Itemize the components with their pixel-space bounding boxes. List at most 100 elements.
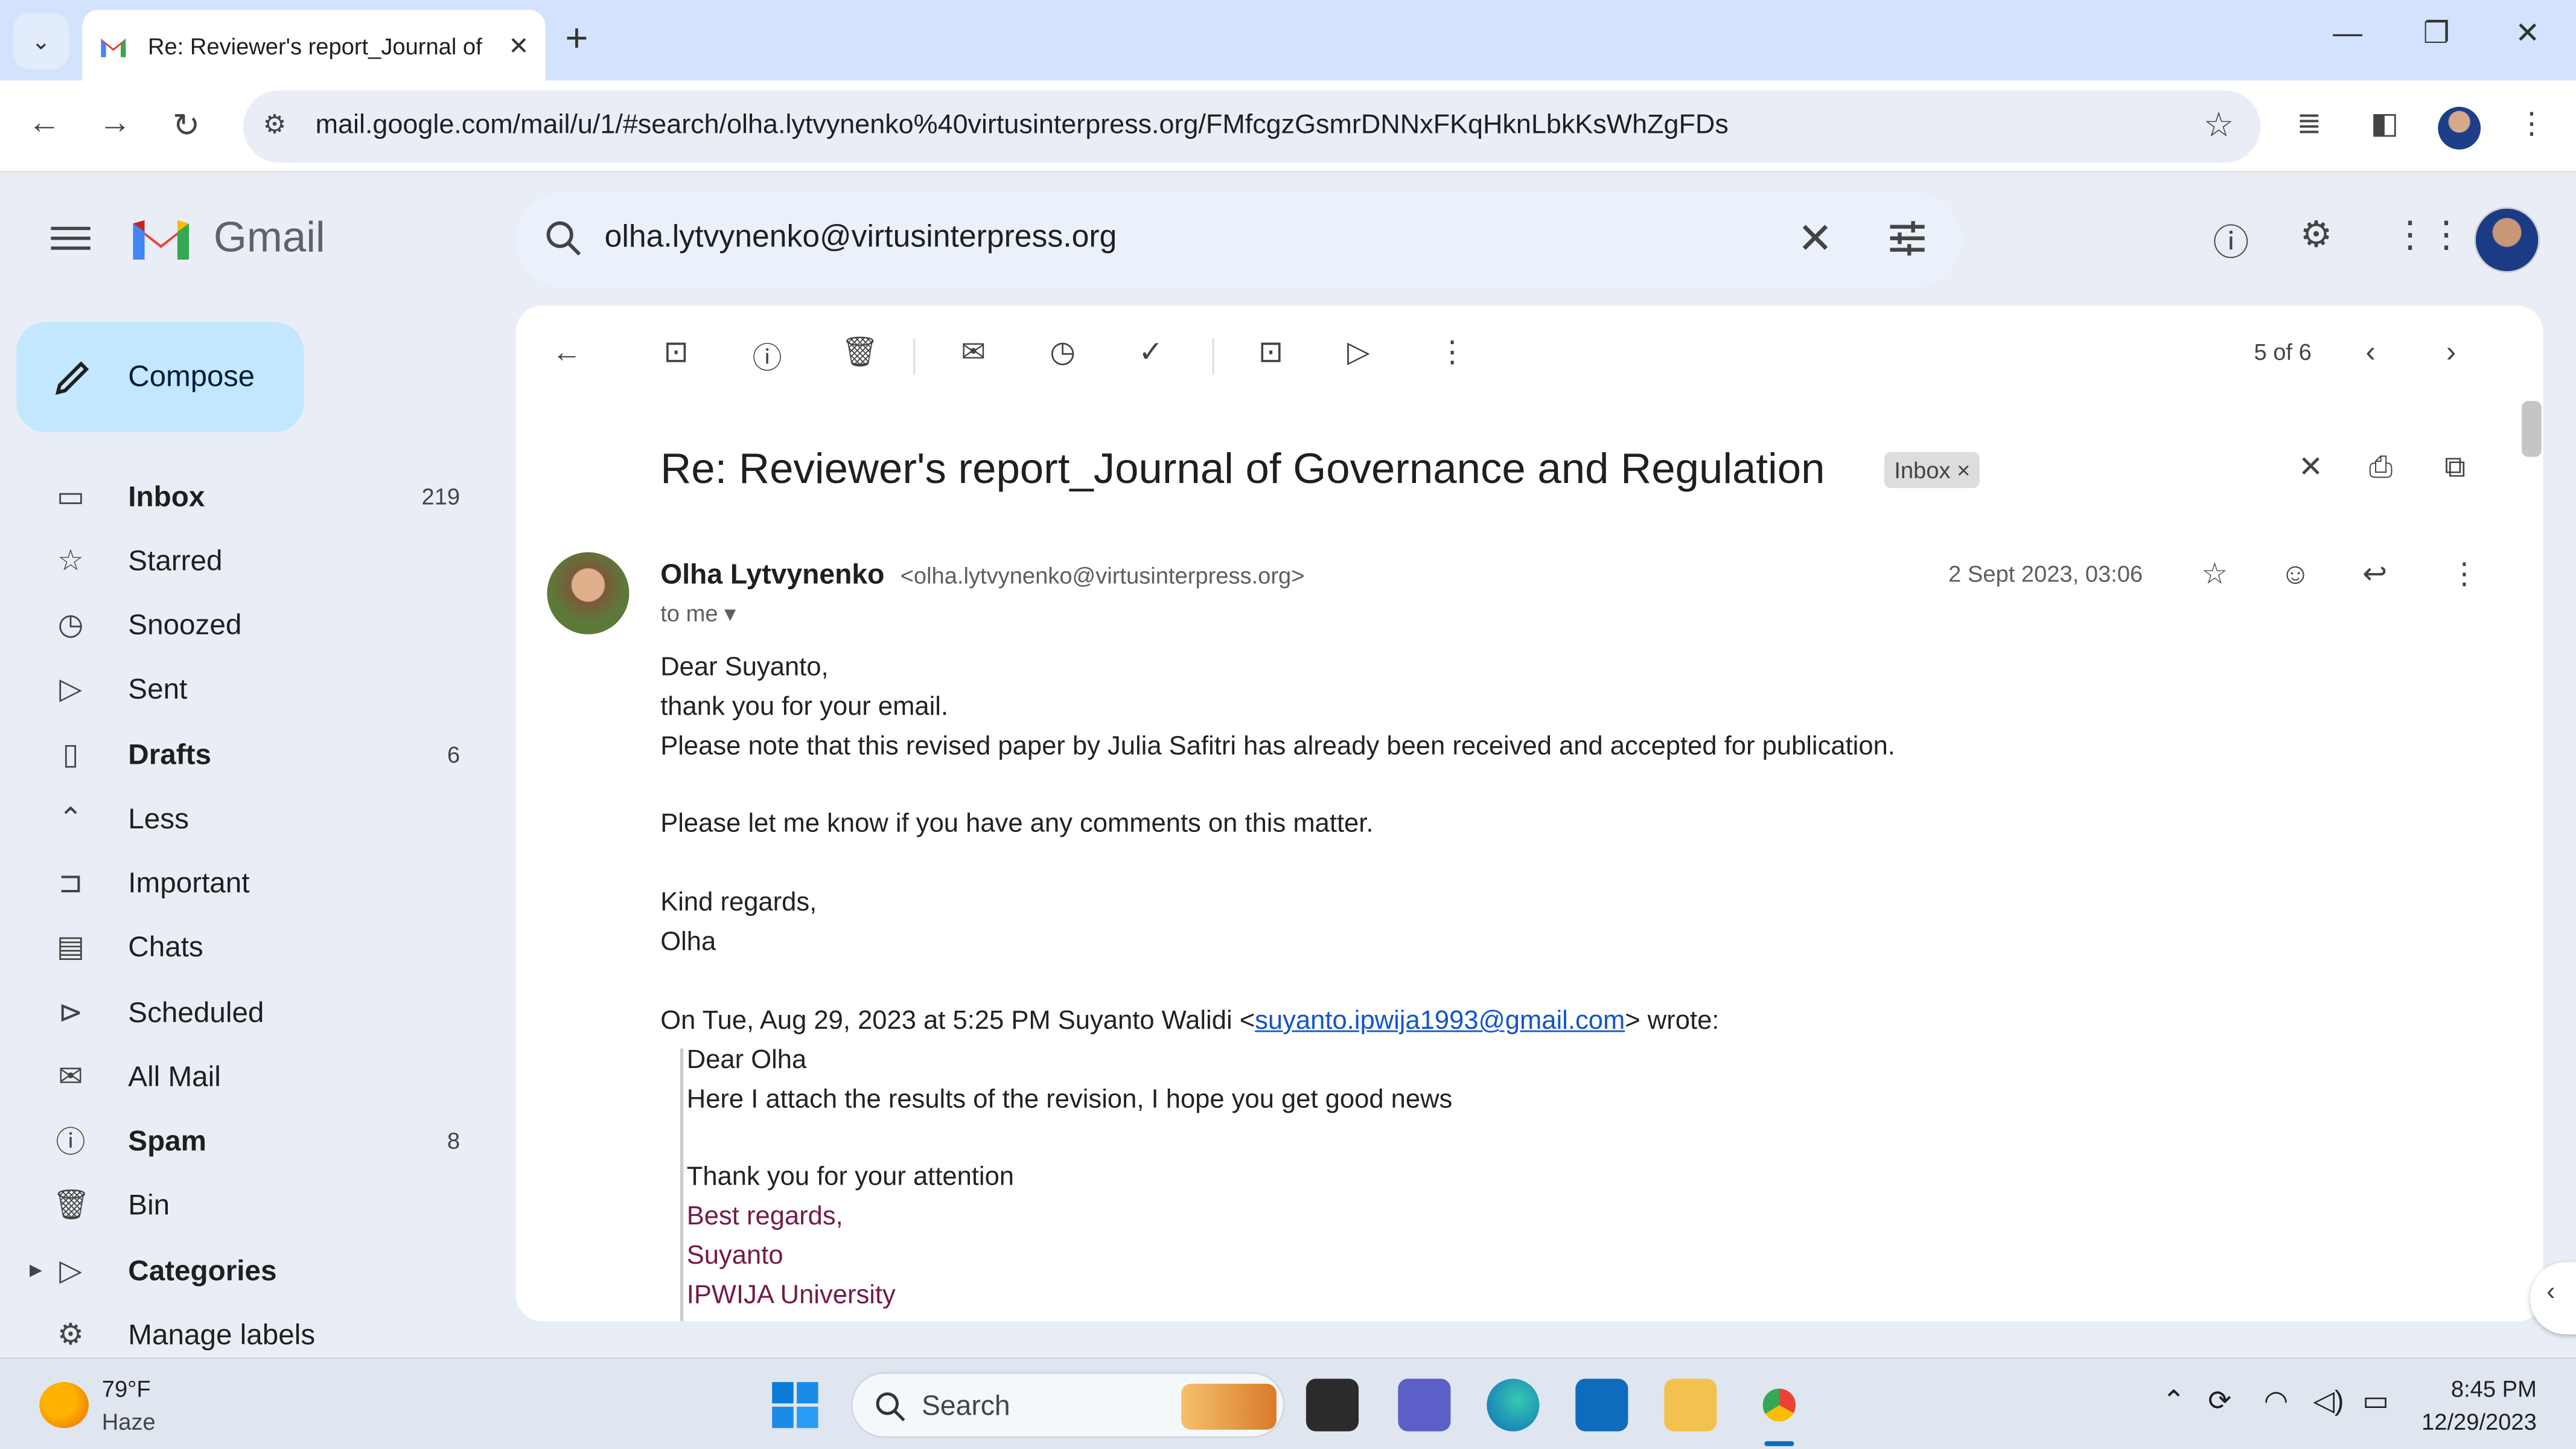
microsoft-store-icon[interactable] — [1575, 1378, 1628, 1431]
chrome-menu-icon[interactable]: ⋮ — [2517, 107, 2546, 141]
sidebar-item-chats[interactable]: ▤ Chats — [0, 919, 493, 975]
windows-start-icon[interactable] — [771, 1380, 820, 1430]
sidebar-item-less[interactable]: ⌃ Less — [0, 790, 493, 846]
taskbar-search-box[interactable]: Search — [850, 1372, 1285, 1438]
system-clock[interactable]: 8:45 PM 12/29/2023 — [2421, 1372, 2537, 1438]
reload-icon[interactable]: ↻ — [173, 105, 200, 146]
report-spam-icon[interactable]: ⓘ — [753, 335, 782, 378]
compose-label: Compose — [128, 360, 255, 393]
newer-chevron-icon[interactable]: ‹ — [2366, 335, 2376, 369]
sender-email: <olha.lytvynenko@virtusinterpress.org> — [900, 561, 1305, 589]
task-view-icon[interactable] — [1306, 1378, 1359, 1431]
file-explorer-icon[interactable] — [1664, 1378, 1717, 1431]
move-to-icon[interactable]: ⊡ — [1258, 335, 1283, 369]
sidebar-item-categories[interactable]: ▶ ▷ Categories — [0, 1243, 493, 1299]
more-actions-icon[interactable]: ⋮ — [1438, 335, 1467, 369]
site-info-icon[interactable]: ⚙ — [263, 109, 287, 141]
sidebar-item-label: Inbox — [128, 479, 205, 512]
tab-close-icon[interactable]: ✕ — [508, 30, 529, 60]
sidebar-item-scheduled[interactable]: ⊳ Scheduled — [0, 984, 493, 1040]
sidebar-item-snoozed[interactable]: ◷ Snoozed — [0, 597, 493, 653]
edge-browser-icon[interactable] — [1487, 1378, 1540, 1431]
help-icon[interactable]: ⓘ — [2213, 214, 2249, 266]
back-to-search-icon[interactable]: ← — [552, 335, 582, 369]
unread-count: 219 — [421, 483, 461, 510]
emoji-reaction-icon[interactable]: ☺ — [2280, 557, 2310, 592]
sidebar-item-drafts[interactable]: ▯ Drafts 6 — [0, 726, 493, 782]
scrollbar-thumb[interactable] — [2522, 401, 2542, 457]
search-icon[interactable] — [542, 217, 585, 260]
all-mail-icon: ✉ — [58, 1059, 83, 1092]
clock-icon: ◷ — [57, 607, 84, 641]
chat-icon: ▤ — [56, 929, 85, 962]
tab-search-button[interactable]: ⌄ — [13, 13, 69, 69]
open-new-window-icon[interactable]: ⧉ — [2444, 450, 2466, 485]
recipient-details[interactable]: to me ▾ — [660, 600, 736, 627]
account-avatar[interactable] — [2474, 206, 2540, 273]
sidebar-item-inbox[interactable]: ▭ Inbox 219 — [0, 469, 493, 525]
chrome-taskbar-icon[interactable] — [1753, 1378, 1806, 1431]
search-query-text[interactable]: olha.lytvynenko@virtusinterpress.org — [605, 220, 1117, 257]
sidebar-item-bin[interactable]: 🗑 Bin — [0, 1177, 493, 1233]
sidebar-item-all-mail[interactable]: ✉ All Mail — [0, 1049, 493, 1105]
forward-icon[interactable]: → — [98, 105, 131, 143]
minimize-icon[interactable]: — — [2333, 16, 2362, 51]
side-panel-icon[interactable]: ◧ — [2371, 107, 2399, 141]
search-options-icon[interactable] — [1884, 216, 1930, 261]
add-to-tasks-icon[interactable]: ✓ — [1138, 335, 1163, 369]
expand-caret-icon[interactable]: ▶ — [30, 1261, 42, 1279]
settings-gear-icon[interactable]: ⚙ — [2300, 214, 2333, 257]
clear-search-icon[interactable]: ✕ — [1797, 214, 1833, 264]
sidebar-item-spam[interactable]: ⓘ Spam 8 — [0, 1113, 493, 1169]
sidebar-item-manage-labels[interactable]: ⚙ Manage labels — [0, 1307, 493, 1363]
sidebar-item-important[interactable]: ⊐ Important — [0, 854, 493, 910]
clock-time: 8:45 PM — [2450, 1375, 2537, 1402]
sender-avatar[interactable] — [547, 552, 630, 635]
weather-condition[interactable]: Haze — [102, 1409, 156, 1435]
tray-overflow-chevron-icon[interactable]: ⌃ — [2162, 1386, 2185, 1418]
battery-icon[interactable]: ▭ — [2362, 1386, 2389, 1418]
gmail-logo-icon[interactable] — [128, 214, 194, 263]
delete-icon[interactable]: 🗑 — [841, 335, 879, 369]
email-link[interactable]: suyanto.ipwija1993@gmail.com — [1255, 1008, 1625, 1035]
archive-icon[interactable]: ⊡ — [664, 335, 689, 369]
weather-temperature[interactable]: 79°F — [102, 1375, 151, 1402]
compose-button[interactable]: Compose — [16, 322, 304, 432]
sidebar-item-label: Spam — [128, 1123, 207, 1156]
main-menu-icon[interactable] — [51, 220, 91, 260]
address-bar[interactable]: ⚙ mail.google.com/mail/u/1/#search/olha.… — [243, 90, 2261, 163]
email-date: 2 Sept 2023, 03:06 — [1948, 560, 2143, 587]
sync-status-icon[interactable]: ⟳ — [2208, 1386, 2231, 1418]
reply-icon[interactable]: ↩ — [2362, 557, 2387, 592]
chrome-profile-avatar[interactable] — [2438, 106, 2481, 150]
window-close-icon[interactable]: ✕ — [2515, 16, 2540, 51]
sidebar-item-label: Chats — [128, 929, 203, 962]
mark-unread-icon[interactable]: ✉ — [961, 335, 986, 369]
snooze-icon[interactable]: ◷ — [1050, 335, 1076, 369]
browser-tab[interactable]: Re: Reviewer's report_Journal of ✕ — [82, 10, 546, 81]
teams-chat-icon[interactable] — [1398, 1378, 1451, 1431]
bookmark-star-icon[interactable]: ☆ — [2204, 105, 2234, 146]
back-icon[interactable]: ← — [28, 105, 60, 143]
older-chevron-icon[interactable]: › — [2446, 335, 2456, 369]
restore-icon[interactable]: ❐ — [2423, 16, 2450, 51]
sidebar-item-sent[interactable]: ▷ Sent — [0, 661, 493, 717]
sender-name[interactable]: Olha Lytvynenko — [660, 558, 884, 591]
url-text[interactable]: mail.google.com/mail/u/1/#search/olha.ly… — [316, 110, 1729, 141]
message-more-icon[interactable]: ⋮ — [2449, 557, 2479, 592]
star-icon[interactable]: ☆ — [2201, 557, 2228, 592]
wifi-icon[interactable]: ◠ — [2264, 1386, 2288, 1418]
media-control-icon[interactable]: ≣ — [2297, 107, 2321, 141]
clock-date: 12/29/2023 — [2421, 1408, 2537, 1435]
new-tab-button[interactable]: + — [565, 16, 588, 62]
print-icon[interactable]: ⎙ — [2369, 450, 2393, 485]
volume-icon[interactable]: ◁) — [2313, 1386, 2344, 1418]
apps-grid-icon[interactable]: ⋮⋮ — [2392, 214, 2464, 257]
gmail-wordmark: Gmail — [213, 212, 325, 261]
labels-icon[interactable]: ▷ — [1347, 335, 1370, 369]
sidebar-item-starred[interactable]: ☆ Starred — [0, 533, 493, 589]
inbox-label-chip[interactable]: Inbox × — [1884, 452, 1980, 488]
mail-search-bar[interactable]: olha.lytvynenko@virtusinterpress.org ✕ — [515, 192, 1962, 288]
weather-sun-icon[interactable] — [39, 1382, 89, 1428]
collapse-all-icon[interactable]: ✕ — [2298, 450, 2323, 485]
